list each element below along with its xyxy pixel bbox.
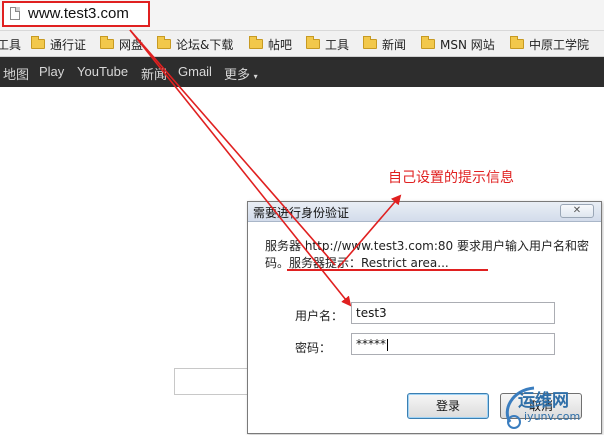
arrow-message-to-annotation (337, 194, 402, 269)
annotation-arrows (129, 29, 402, 307)
arrow-url-to-message (129, 29, 336, 266)
arrow-url-to-username (129, 29, 352, 307)
